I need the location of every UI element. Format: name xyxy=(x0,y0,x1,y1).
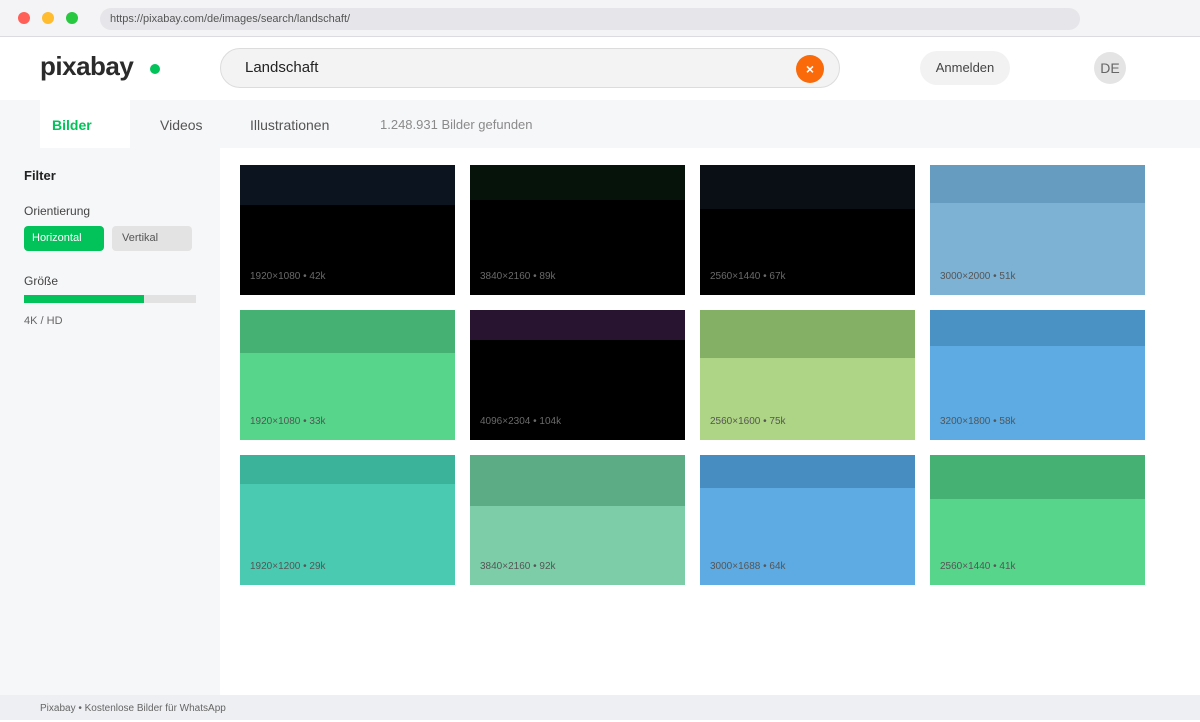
size-slider[interactable] xyxy=(24,295,196,303)
image-sky xyxy=(700,310,915,359)
image-card[interactable]: 1920×1080 • 42k xyxy=(240,165,455,295)
size-value: 4K / HD xyxy=(24,315,63,327)
image-grid: 1920×1080 • 42k 3840×2160 • 89k 2560×1440 … xyxy=(240,165,1160,585)
image-ground xyxy=(700,209,915,295)
image-card[interactable]: 1920×1080 • 33k xyxy=(240,310,455,440)
image-meta: 2560×1600 • 75k xyxy=(710,416,786,427)
image-sky xyxy=(240,310,455,353)
image-sky xyxy=(240,455,455,484)
image-meta: 2560×1440 • 41k xyxy=(940,561,1016,572)
image-card[interactable]: 4096×2304 • 104k xyxy=(470,310,685,440)
url-bar[interactable]: https://pixabay.com/de/images/search/lan… xyxy=(100,8,1080,30)
image-card[interactable]: 2560×1440 • 41k xyxy=(930,455,1145,585)
tab-videos[interactable]: Videos xyxy=(160,100,203,148)
image-meta: 4096×2304 • 104k xyxy=(480,416,562,427)
image-meta: 1920×1200 • 29k xyxy=(250,561,326,572)
size-label: Größe xyxy=(24,274,59,288)
image-card[interactable]: 3000×1688 • 64k xyxy=(700,455,915,585)
image-sky xyxy=(700,165,915,210)
image-card[interactable]: 2560×1440 • 67k xyxy=(700,165,915,295)
search-input[interactable] xyxy=(245,49,785,87)
site-header: pixabay × Anmelden DE xyxy=(0,37,1200,100)
image-sky xyxy=(930,310,1145,347)
browser-chrome: https://pixabay.com/de/images/search/lan… xyxy=(0,0,1200,37)
image-meta: 1920×1080 • 33k xyxy=(250,416,326,427)
login-button[interactable]: Anmelden xyxy=(920,51,1010,85)
footer: Pixabay • Kostenlose Bilder für WhatsApp xyxy=(0,695,1200,720)
image-meta: 2560×1440 • 67k xyxy=(710,271,786,282)
image-sky xyxy=(470,455,685,506)
tab-bilder[interactable]: Bilder xyxy=(40,100,130,148)
minimize-window-icon[interactable] xyxy=(42,12,54,24)
image-meta: 3000×1688 • 64k xyxy=(710,561,786,572)
tab-illustrationen[interactable]: Illustrationen xyxy=(250,100,329,148)
image-meta: 3840×2160 • 92k xyxy=(480,561,556,572)
image-meta: 3000×2000 • 51k xyxy=(940,271,1016,282)
image-ground xyxy=(700,358,915,440)
image-meta: 3200×1800 • 58k xyxy=(940,416,1016,427)
pixabay-logo[interactable]: pixabay xyxy=(40,51,134,82)
image-card[interactable]: 3000×2000 • 51k xyxy=(930,165,1145,295)
horizontal-filter-button[interactable]: Horizontal xyxy=(24,226,104,251)
close-window-icon[interactable] xyxy=(18,12,30,24)
image-card[interactable]: 3840×2160 • 92k xyxy=(470,455,685,585)
filter-sidebar: Filter Orientierung Horizontal Vertikal … xyxy=(0,148,220,695)
filter-title: Filter xyxy=(24,168,56,183)
language-selector[interactable]: DE xyxy=(1094,52,1126,84)
media-tabs: Bilder Videos Illustrationen 1.248.931 B… xyxy=(0,100,1200,148)
clear-search-button[interactable]: × xyxy=(796,55,824,83)
image-sky xyxy=(930,165,1145,203)
image-sky xyxy=(700,455,915,488)
image-sky xyxy=(930,455,1145,500)
image-meta: 3840×2160 • 89k xyxy=(480,271,556,282)
image-card[interactable]: 2560×1600 • 75k xyxy=(700,310,915,440)
result-count: 1.248.931 Bilder gefunden xyxy=(380,117,533,132)
image-meta: 1920×1080 • 42k xyxy=(250,271,326,282)
image-ground xyxy=(470,505,685,585)
image-ground xyxy=(930,499,1145,585)
image-card[interactable]: 1920×1200 • 29k xyxy=(240,455,455,585)
image-card[interactable]: 3840×2160 • 89k xyxy=(470,165,685,295)
image-sky xyxy=(470,165,685,201)
image-sky xyxy=(240,165,455,206)
search-box[interactable]: × xyxy=(220,48,840,88)
image-card[interactable]: 3200×1800 • 58k xyxy=(930,310,1145,440)
size-slider-fill xyxy=(24,295,145,303)
vertical-filter-button[interactable]: Vertikal xyxy=(112,226,192,251)
logo-dot-icon xyxy=(150,64,160,74)
image-sky xyxy=(470,310,685,340)
orientation-label: Orientierung xyxy=(24,204,91,218)
maximize-window-icon[interactable] xyxy=(66,12,78,24)
